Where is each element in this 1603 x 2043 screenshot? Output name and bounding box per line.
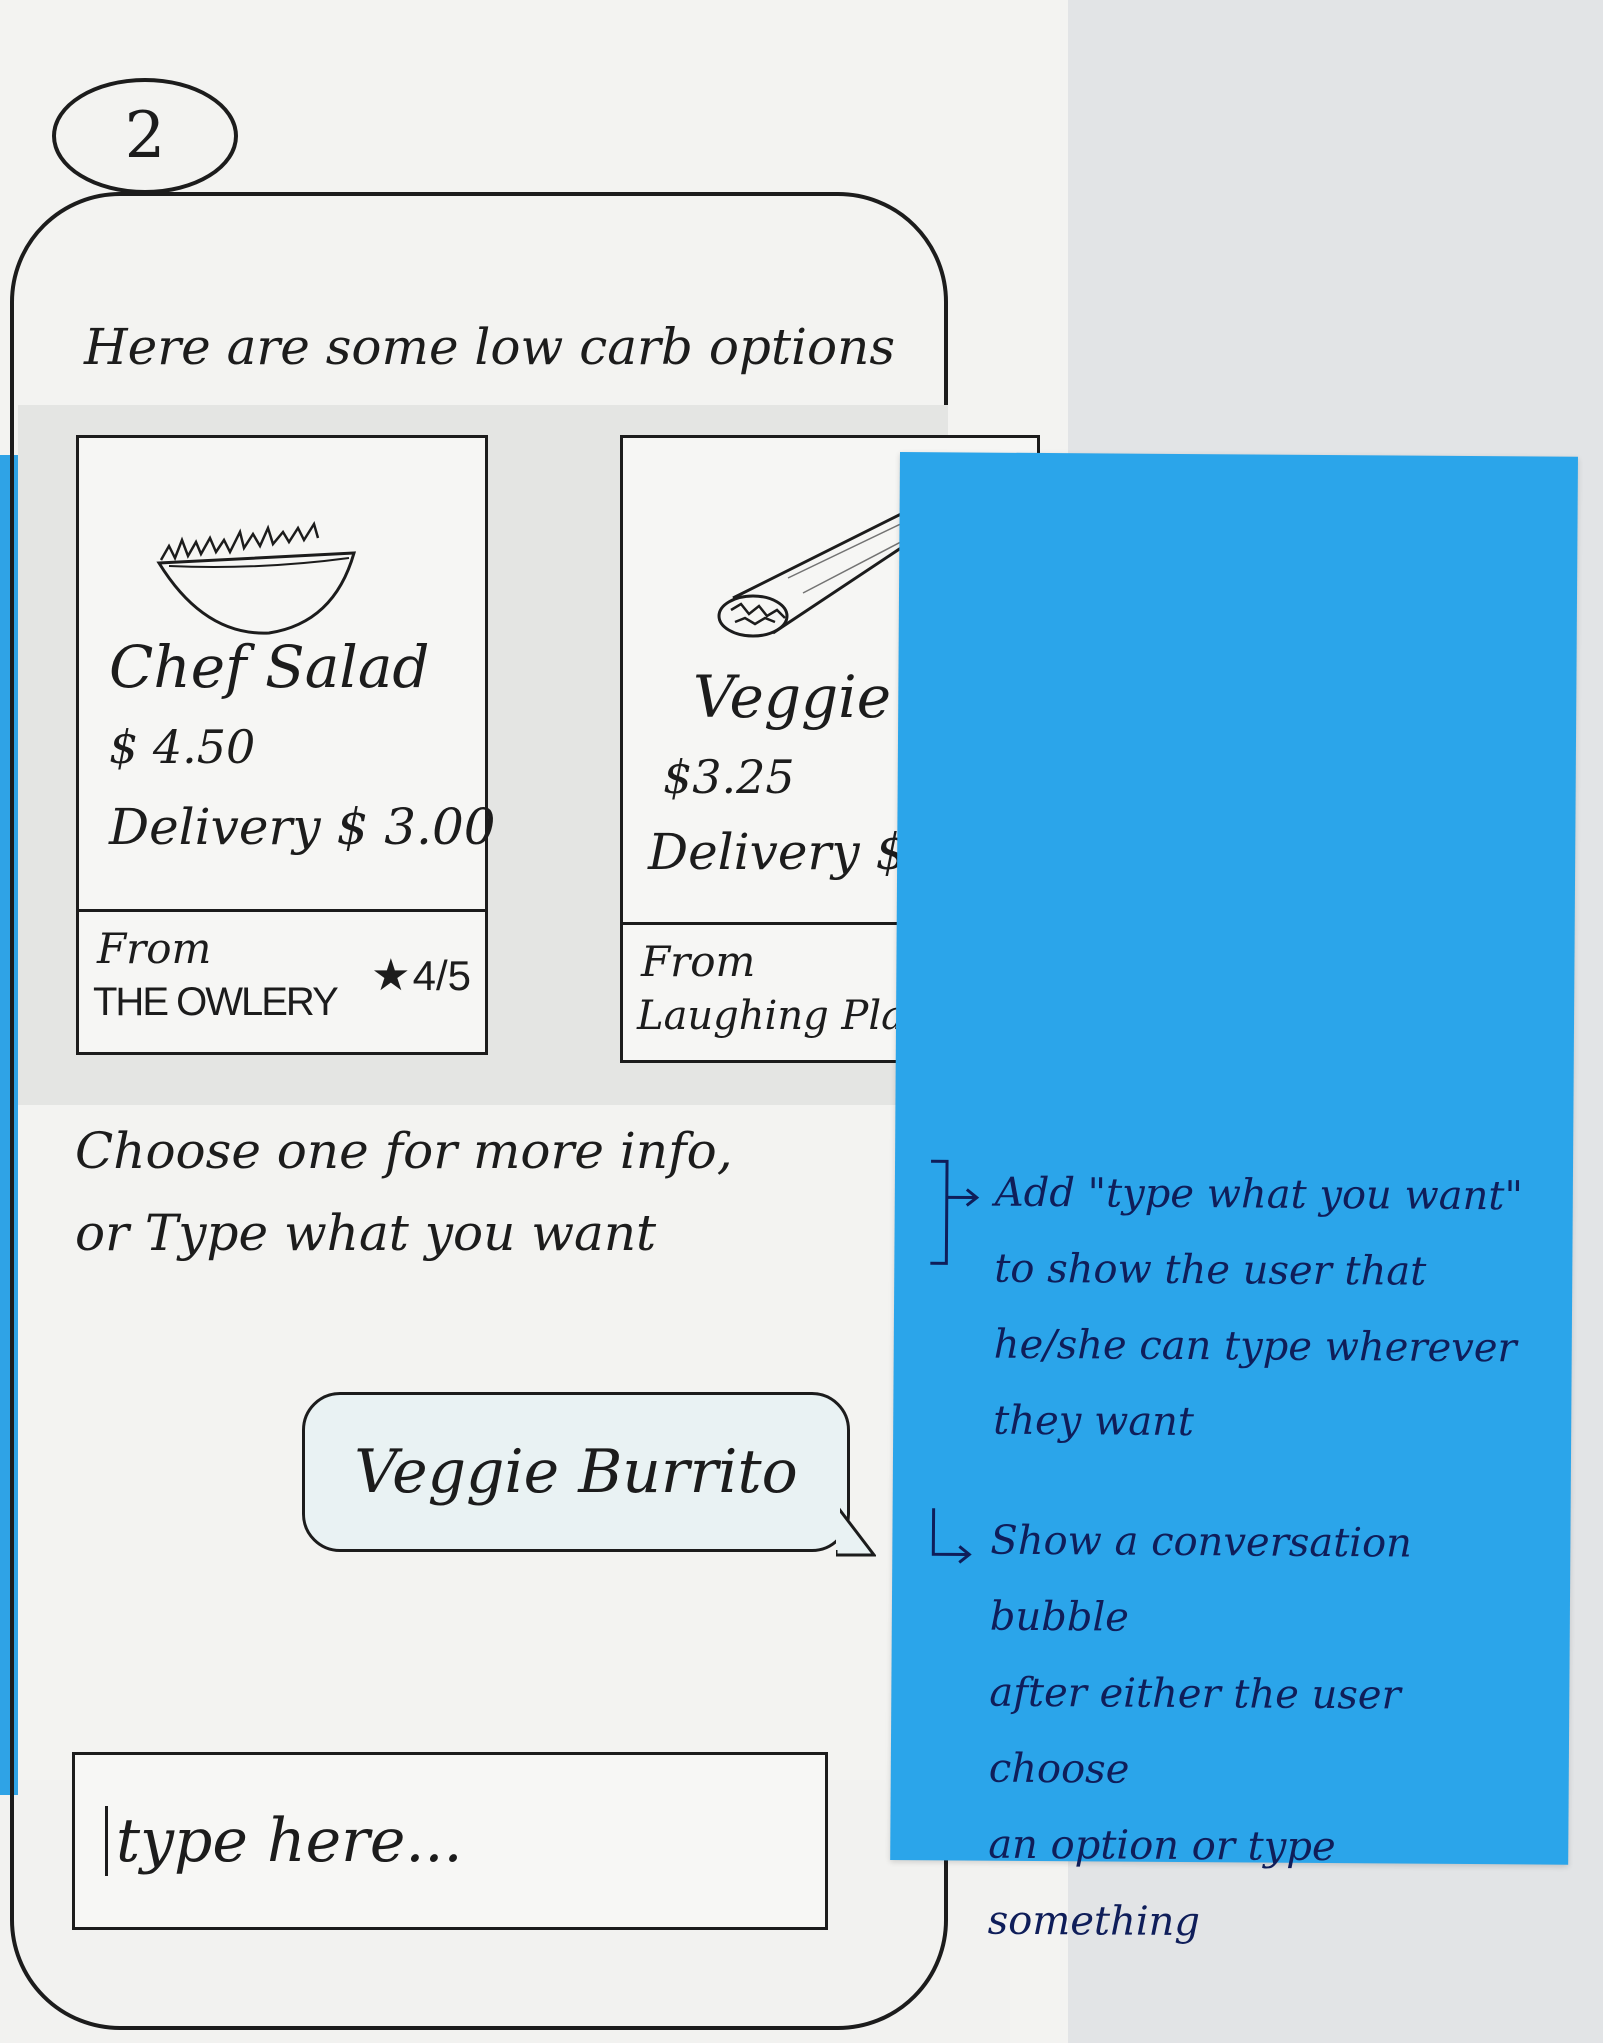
option-footer: From THE OWLERY ★ 4/5 <box>79 909 485 1052</box>
option-rating: ★ 4/5 <box>371 950 471 1001</box>
bot-prompt-line-2: or Type what you want <box>75 1204 657 1262</box>
option-restaurant: THE OWLERY <box>93 980 339 1024</box>
option-from-label: From <box>641 937 756 986</box>
bubble-tail <box>836 1500 876 1557</box>
annotation-line: after either the user choose <box>988 1669 1401 1793</box>
bot-prompt: Choose one for more info, or Type what y… <box>75 1110 733 1274</box>
option-from-label: From <box>97 924 212 973</box>
option-card-chef-salad[interactable]: Chef Salad $ 4.50 Delivery $ 3.00 From T… <box>76 435 496 1055</box>
option-price: $3.25 <box>663 750 795 804</box>
bot-message-heading: Here are some low carb options <box>84 318 895 376</box>
option-name: Chef Salad <box>109 633 430 701</box>
text-cursor <box>105 1806 108 1876</box>
annotation-conversation-bubble: Show a conversation bubble after either … <box>987 1503 1550 1963</box>
bracket-arrow-icon <box>930 1159 980 1265</box>
annotation-line: to show the user that <box>994 1245 1427 1295</box>
annotation-line: an option or type something <box>987 1821 1336 1946</box>
arrow-icon <box>931 1508 972 1564</box>
annotation-line: he/she can type wherever <box>993 1321 1517 1372</box>
option-price: $ 4.50 <box>109 720 256 774</box>
message-input-placeholder: type here... <box>116 1806 463 1876</box>
bot-prompt-line-1: Choose one for more info, <box>75 1122 733 1180</box>
annotation-line: they want <box>993 1397 1195 1446</box>
message-input[interactable]: type here... <box>72 1752 828 1930</box>
option-rating-value: 4/5 <box>412 951 471 999</box>
salad-bowl-icon <box>156 520 357 635</box>
star-icon: ★ <box>371 951 411 1000</box>
annotation-line: Show a conversation bubble <box>989 1517 1413 1641</box>
annotation-line: Add "type what you want" <box>994 1169 1523 1220</box>
sticky-note: Add "type what you want" to show the use… <box>890 452 1578 1945</box>
annotation-type-what-you-want: Add "type what you want" to show the use… <box>993 1155 1555 1463</box>
user-message-bubble: Veggie Burrito <box>302 1392 850 1552</box>
page-number: 2 <box>124 99 166 173</box>
option-delivery-fee: Delivery $ 3.00 <box>109 798 496 856</box>
page-number-badge: 2 <box>52 78 238 194</box>
